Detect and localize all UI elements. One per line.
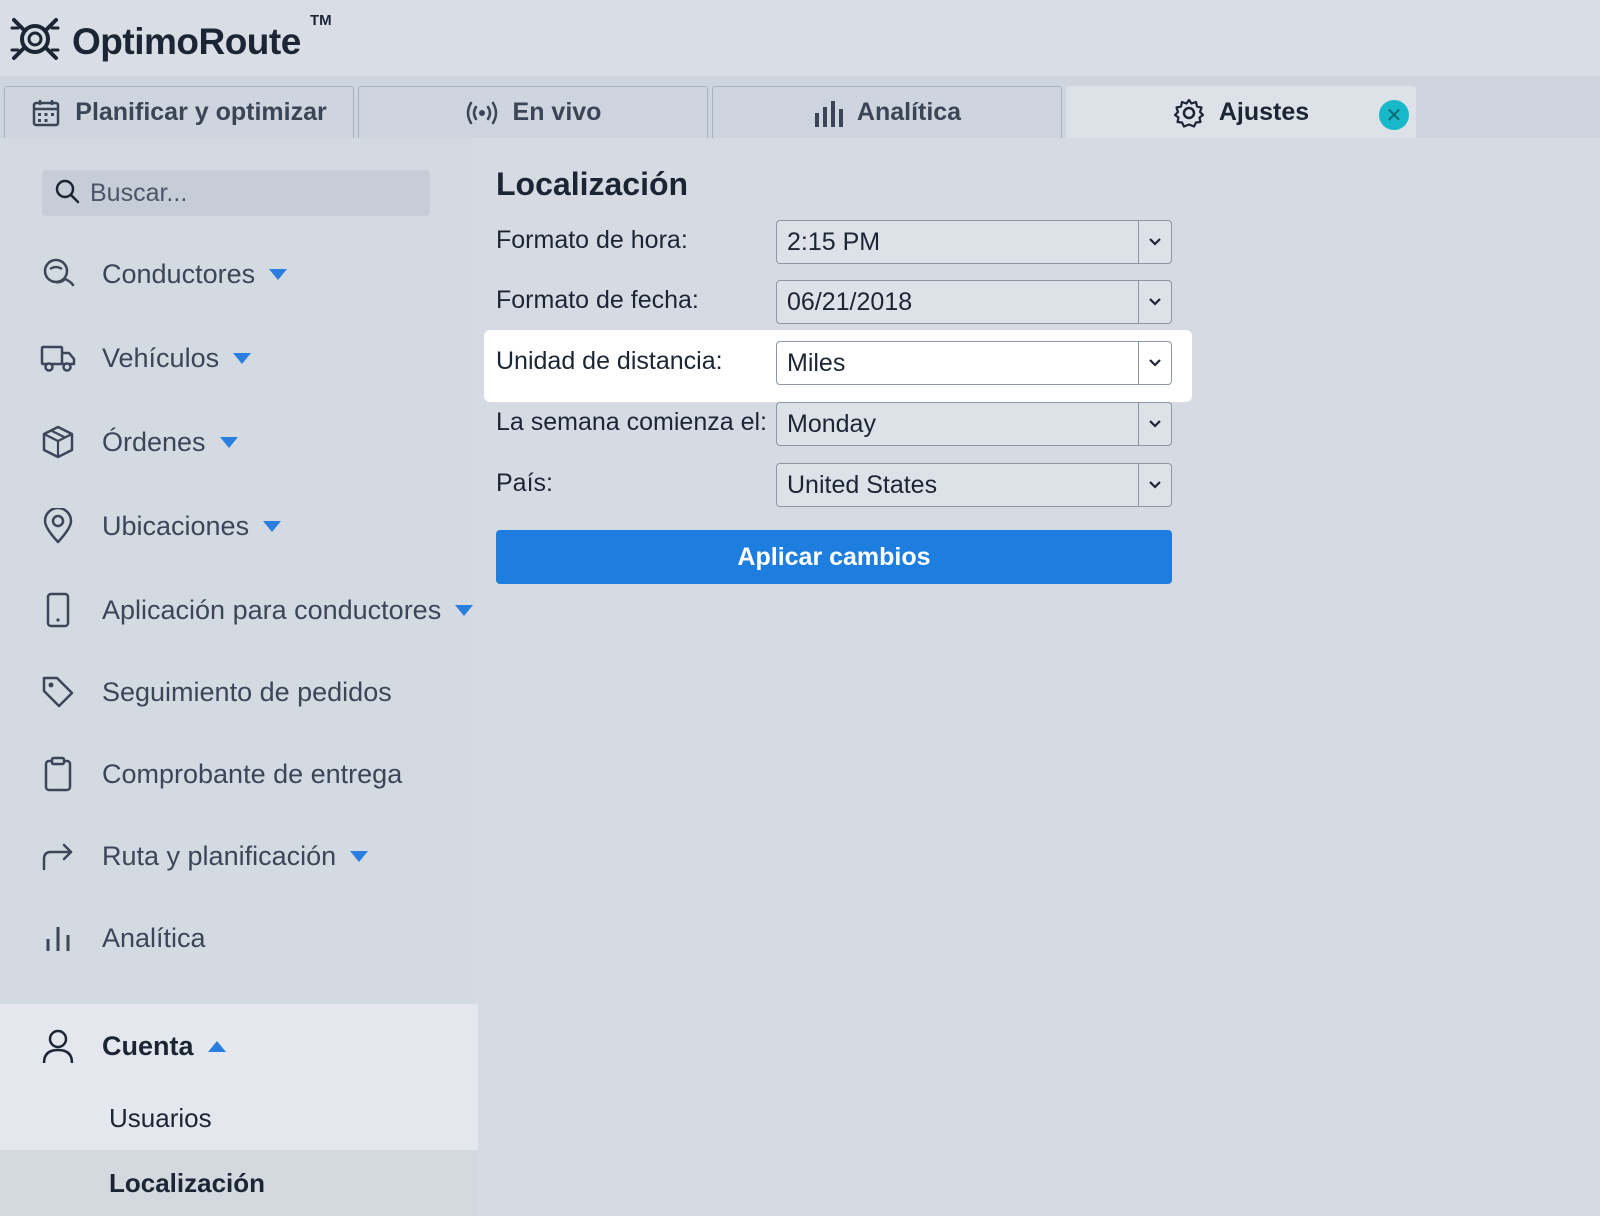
close-icon[interactable]: ✕ — [1379, 100, 1409, 130]
sidebar-item-label: Conductores — [102, 258, 256, 289]
sidebar-item-proof-of-delivery[interactable]: Comprobante de entrega — [0, 744, 476, 804]
gear-icon — [1173, 97, 1205, 129]
apply-changes-button[interactable]: Aplicar cambios — [496, 530, 1172, 584]
bar-chart-icon — [813, 99, 843, 127]
main-content: Localización Formato de hora: 2:15 PM Fo… — [476, 138, 1600, 1216]
chevron-down-icon — [1138, 281, 1171, 323]
sidebar-item-orders[interactable]: Órdenes — [0, 412, 476, 472]
sidebar-item-account[interactable]: Cuenta — [0, 1016, 478, 1076]
sidebar-item-label: Ruta y planificación — [102, 840, 337, 871]
caret-down-icon — [219, 436, 238, 448]
country-select[interactable]: United States — [776, 463, 1172, 507]
sidebar-subitem-label: Usuarios — [109, 1102, 212, 1133]
top-bar: OptimoRoute TM — [0, 0, 1600, 76]
search-box[interactable]: Buscar... — [42, 170, 430, 216]
caret-down-icon — [263, 520, 282, 532]
tab-label: Planificar y optimizar — [75, 98, 327, 126]
route-arrow-icon — [40, 838, 76, 874]
sidebar-item-label: Órdenes — [102, 426, 206, 457]
driver-icon — [40, 256, 76, 292]
clipboard-icon — [40, 756, 76, 792]
tab-label: Ajustes — [1218, 98, 1310, 126]
field-label: Formato de hora: — [496, 226, 688, 254]
field-label: La semana comienza el: — [496, 408, 767, 436]
logo-trademark: TM — [310, 12, 332, 29]
search-input[interactable]: Buscar... — [90, 179, 187, 208]
week-start-select[interactable]: Monday — [776, 402, 1172, 446]
distance-unit-select[interactable]: Miles — [776, 341, 1172, 385]
time-format-select[interactable]: 2:15 PM — [776, 220, 1172, 264]
sidebar-item-label: Ubicaciones — [102, 510, 250, 541]
select-value: Monday — [787, 410, 876, 438]
truck-icon — [40, 340, 76, 376]
sidebar-item-order-tracking[interactable]: Seguimiento de pedidos — [0, 662, 476, 722]
logo-text: OptimoRoute — [72, 20, 301, 62]
tab-analytics[interactable]: Analítica — [712, 86, 1062, 138]
map-pin-icon — [40, 508, 76, 544]
sidebar-item-drivers[interactable]: Conductores — [0, 244, 476, 304]
date-format-select[interactable]: 06/21/2018 — [776, 280, 1172, 324]
tab-label: Analítica — [856, 98, 962, 126]
tag-icon — [40, 674, 76, 710]
sidebar-item-label: Analítica — [102, 922, 206, 953]
distance-unit-row: Unidad de distancia: Miles — [496, 341, 1176, 385]
logo[interactable]: OptimoRoute TM — [10, 12, 332, 69]
bar-chart-icon — [40, 920, 76, 956]
sidebar-subitem-label: Localización — [109, 1167, 266, 1198]
field-label: Formato de fecha: — [496, 286, 699, 314]
country-row: País: United States — [496, 463, 1176, 507]
caret-down-icon — [350, 850, 369, 862]
caret-down-icon — [269, 268, 288, 280]
chevron-down-icon — [1138, 464, 1171, 506]
main-tabs: Planificar y optimizar En vivo Analítica… — [0, 76, 1600, 138]
tab-label: En vivo — [512, 98, 602, 126]
select-value: United States — [787, 471, 938, 499]
tab-live[interactable]: En vivo — [358, 86, 708, 138]
caret-up-icon — [207, 1040, 226, 1052]
tab-plan-optimize[interactable]: Planificar y optimizar — [4, 86, 354, 138]
broadcast-icon — [465, 101, 499, 125]
field-label: País: — [496, 469, 553, 497]
time-format-row: Formato de hora: 2:15 PM — [496, 220, 1176, 264]
calendar-icon — [31, 98, 61, 128]
chevron-down-icon — [1138, 342, 1171, 384]
sidebar-item-label: Aplicación para conductores — [102, 594, 442, 625]
chevron-down-icon — [1138, 221, 1171, 263]
week-start-row: La semana comienza el: Monday — [496, 402, 1176, 446]
select-value: 2:15 PM — [787, 228, 881, 256]
date-format-row: Formato de fecha: 06/21/2018 — [496, 280, 1176, 324]
user-icon — [40, 1028, 76, 1064]
sidebar-item-label: Vehículos — [102, 342, 220, 373]
chevron-down-icon — [1138, 403, 1171, 445]
field-label: Unidad de distancia: — [496, 347, 723, 375]
logo-icon — [10, 14, 60, 69]
select-value: Miles — [787, 349, 846, 377]
account-section: Cuenta Usuarios Localización — [0, 1004, 478, 1216]
sidebar-item-locations[interactable]: Ubicaciones — [0, 496, 476, 556]
tab-settings[interactable]: Ajustes ✕ — [1066, 86, 1416, 138]
caret-down-icon — [233, 352, 252, 364]
sidebar-item-label: Cuenta — [102, 1030, 194, 1061]
sidebar-item-route-planning[interactable]: Ruta y planificación — [0, 826, 476, 886]
sidebar-subitem-localization[interactable]: Localización — [0, 1150, 478, 1216]
search-icon — [54, 178, 80, 209]
select-value: 06/21/2018 — [787, 288, 913, 316]
sidebar-item-driver-app[interactable]: Aplicación para conductores — [0, 580, 476, 640]
sidebar-subitem-users[interactable]: Usuarios — [0, 1086, 478, 1150]
sidebar-item-label: Seguimiento de pedidos — [102, 676, 392, 707]
sidebar-item-vehicles[interactable]: Vehículos — [0, 328, 476, 388]
phone-icon — [40, 592, 76, 628]
sidebar-item-label: Comprobante de entrega — [102, 758, 403, 789]
sidebar-item-analytics[interactable]: Analítica — [0, 908, 476, 968]
page-title: Localización — [496, 166, 689, 202]
caret-down-icon — [455, 604, 474, 616]
package-icon — [40, 424, 76, 460]
